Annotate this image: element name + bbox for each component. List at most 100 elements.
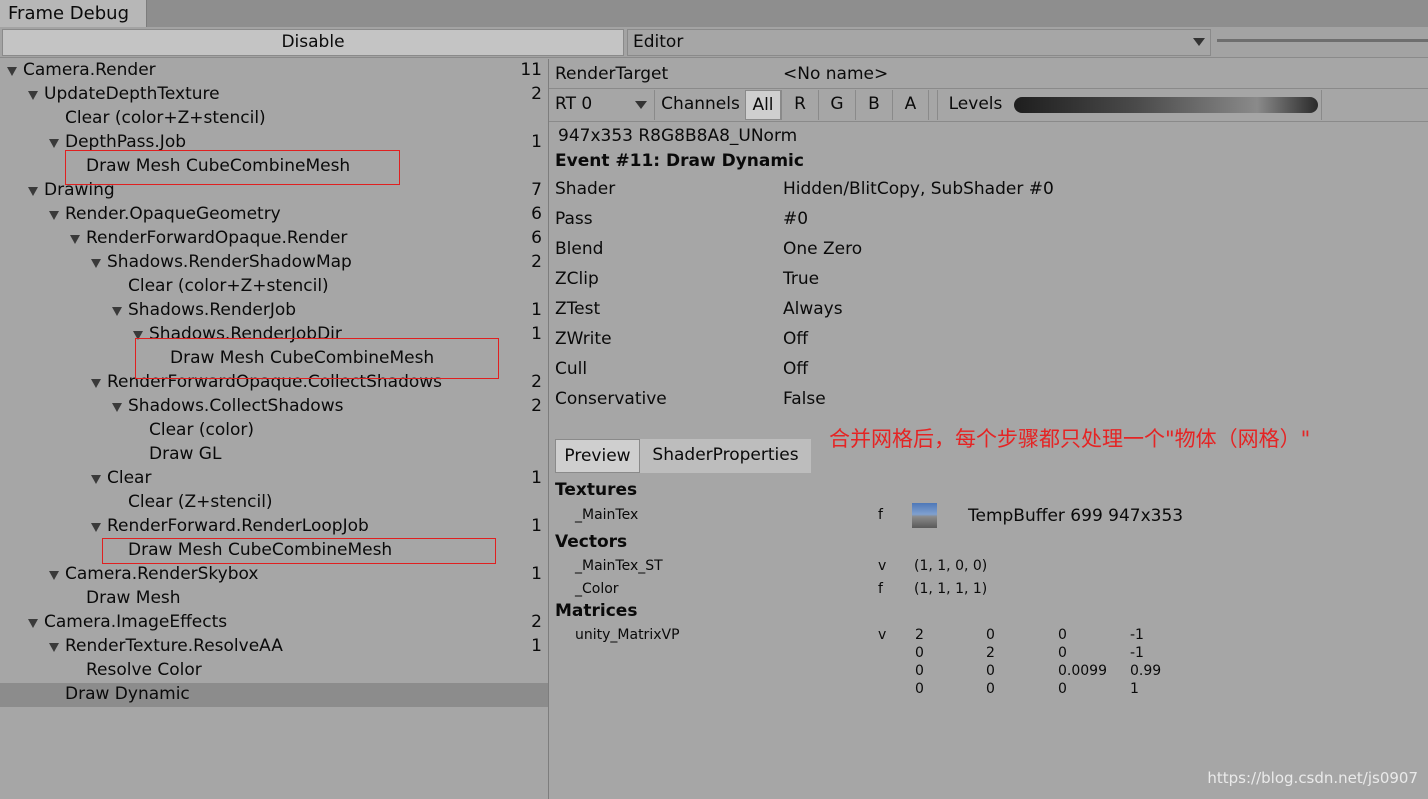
matrix-type: v xyxy=(878,627,887,643)
matrix-cell: 0 xyxy=(915,645,924,661)
expand-triangle-icon[interactable] xyxy=(49,139,59,148)
tree-row-label: RenderTexture.ResolveAA xyxy=(65,636,283,656)
tree-row[interactable]: Camera.ImageEffects 2 xyxy=(0,611,548,635)
tree-row-count: 7 xyxy=(531,180,542,200)
matrix-cell: 0 xyxy=(1058,627,1067,643)
expand-triangle-icon[interactable] xyxy=(91,259,101,268)
matrix-cell: 0.99 xyxy=(1130,663,1162,679)
expand-triangle-icon[interactable] xyxy=(91,523,101,532)
channel-g-button[interactable]: G xyxy=(818,90,855,120)
vector-type: f xyxy=(878,581,883,597)
tree-row-label: Camera.ImageEffects xyxy=(44,612,228,632)
expand-triangle-icon[interactable] xyxy=(49,571,59,580)
expand-triangle-icon[interactable] xyxy=(28,619,38,628)
matrix-name: unity_MatrixVP xyxy=(575,627,680,643)
tree-row[interactable]: Clear (Z+stencil) xyxy=(0,491,548,515)
expand-triangle-icon[interactable] xyxy=(91,475,101,484)
tree-row-label: Draw Mesh xyxy=(86,588,181,608)
tree-row[interactable]: RenderTexture.ResolveAA 1 xyxy=(0,635,548,659)
state-label: Blend xyxy=(555,239,604,259)
tree-row-label: Clear (color+Z+stencil) xyxy=(128,276,329,296)
render-target-label: RenderTarget xyxy=(555,64,669,84)
state-label: Shader xyxy=(555,179,616,199)
state-label: ZWrite xyxy=(555,329,612,349)
tree-row[interactable]: RenderForwardOpaque.Render 6 xyxy=(0,227,548,251)
tree-row-count: 2 xyxy=(531,252,542,272)
matrix-cell: 2 xyxy=(915,627,924,643)
annotation-note: 合并网格后，每个步骤都只处理一个"物体（网格）" xyxy=(829,427,1311,451)
tree-row-count: 6 xyxy=(531,204,542,224)
target-select[interactable]: Editor xyxy=(627,29,1211,56)
expand-triangle-icon[interactable] xyxy=(7,67,17,76)
state-value: Always xyxy=(783,299,843,319)
matrix-cell: 0 xyxy=(986,663,995,679)
tree-row[interactable]: Clear (color+Z+stencil) xyxy=(0,107,548,131)
channel-a-button[interactable]: A xyxy=(892,90,929,120)
channel-r-button[interactable]: R xyxy=(781,90,818,120)
levels-label: Levels xyxy=(937,90,1013,120)
tree-row[interactable]: Shadows.RenderShadowMap 2 xyxy=(0,251,548,275)
tree-row-label: Resolve Color xyxy=(86,660,202,680)
tree-row-label: Clear (color) xyxy=(149,420,254,440)
expand-triangle-icon[interactable] xyxy=(49,211,59,220)
expand-triangle-icon[interactable] xyxy=(28,91,38,100)
expand-triangle-icon[interactable] xyxy=(49,643,59,652)
tree-row-count: 1 xyxy=(531,300,542,320)
tree-row[interactable]: UpdateDepthTexture 2 xyxy=(0,83,548,107)
expand-triangle-icon[interactable] xyxy=(112,403,122,412)
chevron-down-icon xyxy=(1193,38,1205,46)
tree-row-label: UpdateDepthTexture xyxy=(44,84,220,104)
state-label: ZTest xyxy=(555,299,601,319)
tree-row-label: Shadows.CollectShadows xyxy=(128,396,344,416)
tree-row-label: Render.OpaqueGeometry xyxy=(65,204,281,224)
vector-type: v xyxy=(878,558,887,574)
texture-thumbnail[interactable] xyxy=(912,503,937,528)
tab-frame-debug[interactable]: Frame Debug xyxy=(0,0,147,27)
tree-row[interactable]: Draw GL xyxy=(0,443,548,467)
tree-row-label: Clear (color+Z+stencil) xyxy=(65,108,266,128)
tree-row[interactable]: Clear (color+Z+stencil) xyxy=(0,275,548,299)
tree-row[interactable]: Clear (color) xyxy=(0,419,548,443)
tree-row-count: 1 xyxy=(531,324,542,344)
tab-shader-properties[interactable]: ShaderProperties xyxy=(640,439,811,473)
tree-row[interactable]: Clear 1 xyxy=(0,467,548,491)
matrix-cell: 0 xyxy=(1058,681,1067,697)
tree-row-label: RenderForward.RenderLoopJob xyxy=(107,516,369,536)
expand-triangle-icon[interactable] xyxy=(28,187,38,196)
tree-row[interactable]: Camera.Render 11 xyxy=(0,59,548,83)
disable-button[interactable]: Disable xyxy=(2,29,624,56)
tree-row-count: 1 xyxy=(531,564,542,584)
tree-row[interactable]: Shadows.CollectShadows 2 xyxy=(0,395,548,419)
tree-row-count: 6 xyxy=(531,228,542,248)
tree-row[interactable]: Resolve Color xyxy=(0,659,548,683)
tree-row[interactable]: RenderForward.RenderLoopJob 1 xyxy=(0,515,548,539)
state-label: Cull xyxy=(555,359,588,379)
tree-row-label: DepthPass.Job xyxy=(65,132,187,152)
channels-label: Channels xyxy=(654,90,746,120)
expand-triangle-icon[interactable] xyxy=(91,379,101,388)
tree-row[interactable]: Camera.RenderSkybox 1 xyxy=(0,563,548,587)
tree-row[interactable]: Shadows.RenderJob 1 xyxy=(0,299,548,323)
channel-b-button[interactable]: B xyxy=(855,90,892,120)
tree-row[interactable]: Draw Dynamic xyxy=(0,683,548,707)
tab-preview[interactable]: Preview xyxy=(555,439,640,473)
tree-row-count: 2 xyxy=(531,396,542,416)
chevron-down-icon xyxy=(635,101,647,109)
expand-triangle-icon[interactable] xyxy=(112,307,122,316)
matrix-cell: 0 xyxy=(986,627,995,643)
rt-select[interactable]: RT 0 xyxy=(549,90,654,120)
tree-row-count: 1 xyxy=(531,636,542,656)
event-slider[interactable] xyxy=(1217,39,1428,42)
maintex-name: _MainTex xyxy=(575,507,639,523)
tree-row[interactable]: Render.OpaqueGeometry 6 xyxy=(0,203,548,227)
tree-row-count: 2 xyxy=(531,372,542,392)
levels-slider[interactable] xyxy=(1014,97,1318,113)
expand-triangle-icon[interactable] xyxy=(70,235,80,244)
vector-value: (1, 1, 1, 1) xyxy=(914,581,988,597)
state-value: #0 xyxy=(783,209,809,229)
channel-all-button[interactable]: All xyxy=(745,90,781,120)
window-tab-strip xyxy=(0,0,1428,27)
state-value: Hidden/BlitCopy, SubShader #0 xyxy=(783,179,1054,199)
tree-row[interactable]: Draw Mesh xyxy=(0,587,548,611)
split-divider[interactable] xyxy=(548,59,549,799)
